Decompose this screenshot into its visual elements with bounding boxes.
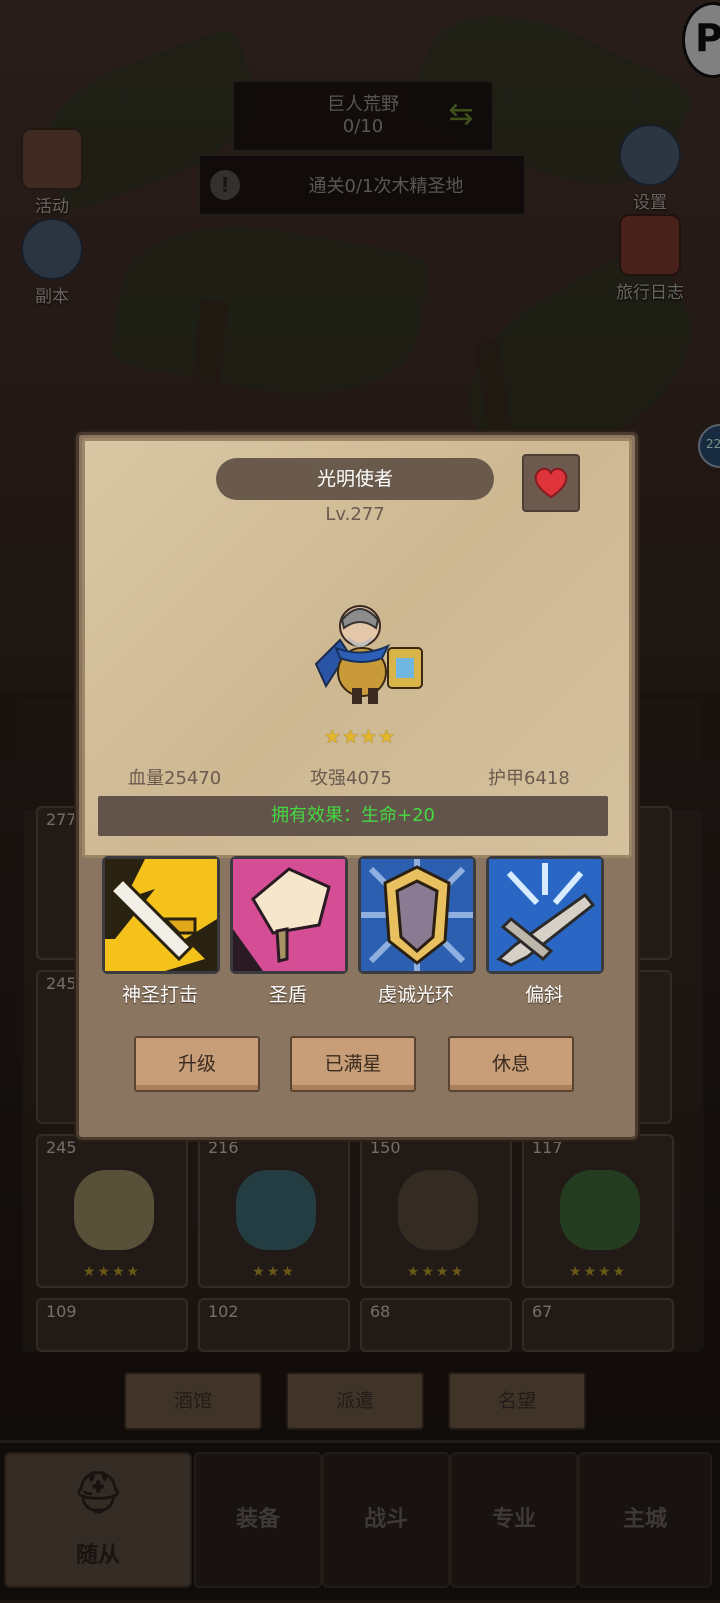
favorite-button[interactable] — [522, 454, 580, 512]
owned-effect-text: 拥有效果：生命+20 — [271, 805, 435, 826]
skill-label: 圣盾 — [268, 984, 307, 1006]
heart-icon — [534, 467, 568, 499]
rest-button[interactable]: 休息 — [448, 1036, 574, 1092]
owned-effect-bar: 拥有效果：生命+20 — [98, 796, 608, 836]
stat-hp: 血量25470 — [128, 768, 222, 789]
skill-deflect[interactable]: 偏斜 — [486, 856, 604, 1007]
stat-attack: 攻强4075 — [310, 768, 392, 789]
holy-strike-icon — [102, 856, 220, 974]
skill-label: 神圣打击 — [121, 984, 198, 1006]
holy-shield-icon — [230, 856, 348, 974]
skill-holy-strike[interactable]: 神圣打击 — [102, 856, 220, 1007]
upgrade-button[interactable]: 升级 — [134, 1036, 260, 1092]
skill-holy-shield[interactable]: 圣盾 — [230, 856, 348, 1007]
hero-stars: ★★★★ — [323, 726, 397, 748]
max-star-button[interactable]: 已满星 — [290, 1036, 416, 1092]
stat-armor: 护甲6418 — [488, 768, 570, 789]
hero-portrait — [314, 605, 423, 704]
hero-level: Lv.277 — [325, 504, 385, 525]
skill-devotion-aura[interactable]: 虔诚光环 — [358, 856, 476, 1007]
deflect-icon — [486, 856, 604, 974]
skill-label: 偏斜 — [524, 984, 563, 1006]
devotion-aura-icon — [358, 856, 476, 974]
hero-name: 光明使者 — [216, 458, 494, 500]
skill-label: 虔诚光环 — [377, 984, 454, 1006]
